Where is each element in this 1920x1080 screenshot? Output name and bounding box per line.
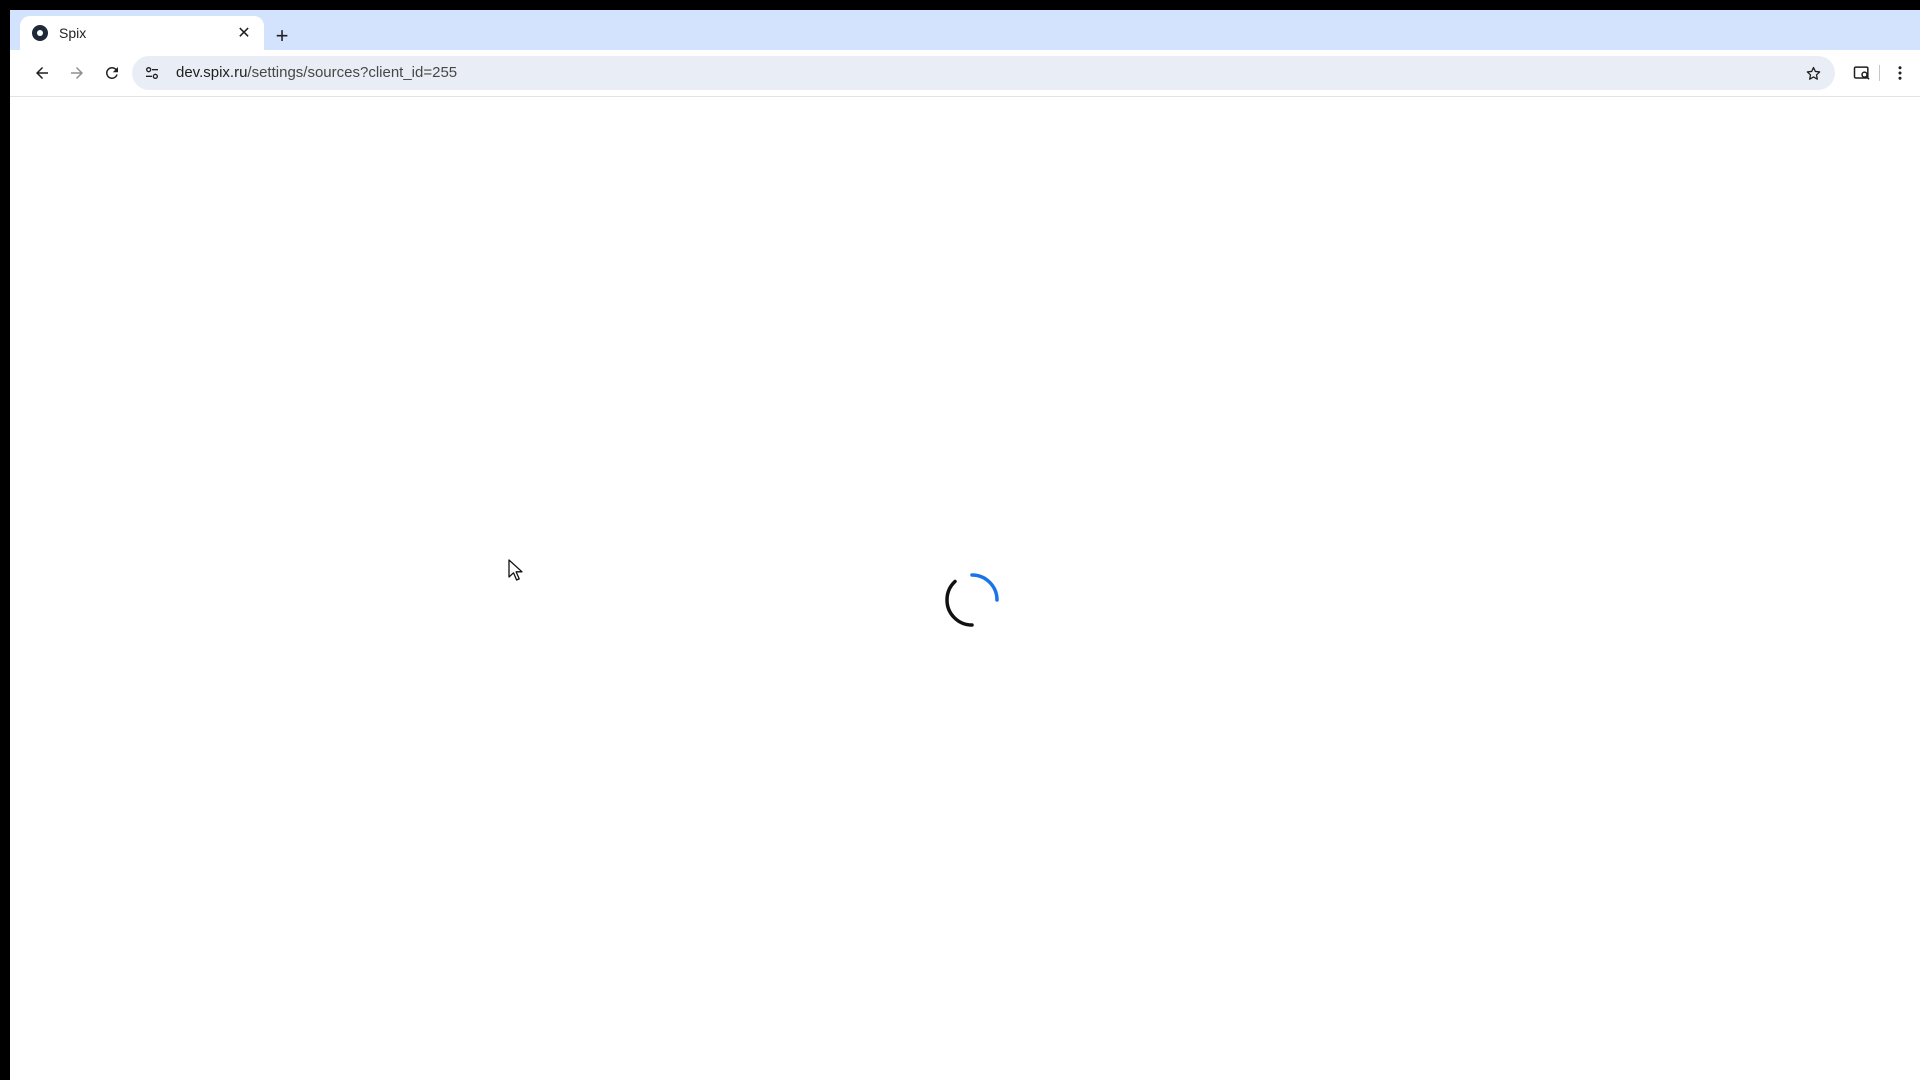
new-tab-button[interactable]: +	[268, 22, 296, 50]
tab-strip: Spix ✕ +	[10, 10, 1920, 50]
page-content	[10, 97, 1920, 1080]
menu-button[interactable]	[1884, 57, 1916, 89]
mouse-pointer-icon	[508, 559, 523, 581]
url-text[interactable]: dev.spix.ru/settings/sources?client_id=2…	[176, 56, 457, 90]
back-arrow-icon	[36, 67, 48, 79]
spinner-arc-primary	[970, 573, 999, 602]
reload-icon	[105, 66, 118, 79]
browser-window: Spix ✕ + dev.spix.ru/settings/sources?cl…	[10, 10, 1920, 1080]
tab-close-icon[interactable]: ✕	[234, 23, 254, 43]
site-info-button[interactable]	[140, 61, 164, 85]
tab-title: Spix	[59, 25, 87, 41]
toolbar-separator	[1879, 65, 1880, 81]
url-host: dev.spix.ru	[176, 64, 248, 81]
lens-search-icon	[1853, 66, 1870, 80]
loading-spinner	[945, 573, 999, 627]
spix-logo-icon	[32, 25, 48, 41]
tab-spix[interactable]: Spix ✕	[20, 16, 264, 50]
star-icon	[1806, 66, 1820, 80]
kebab-menu-icon	[1898, 66, 1902, 80]
address-bar[interactable]: dev.spix.ru/settings/sources?client_id=2…	[132, 56, 1835, 90]
reload-button[interactable]	[96, 57, 128, 89]
url-path: /settings/sources?client_id=255	[247, 64, 458, 81]
forward-arrow-icon	[71, 67, 83, 79]
bookmark-button[interactable]	[1801, 61, 1825, 85]
tune-icon	[146, 67, 158, 79]
back-button[interactable]	[26, 57, 58, 89]
lens-button[interactable]	[1846, 57, 1878, 89]
spinner-arc-secondary	[945, 579, 974, 627]
forward-button[interactable]	[61, 57, 93, 89]
browser-toolbar: dev.spix.ru/settings/sources?client_id=2…	[10, 50, 1920, 97]
